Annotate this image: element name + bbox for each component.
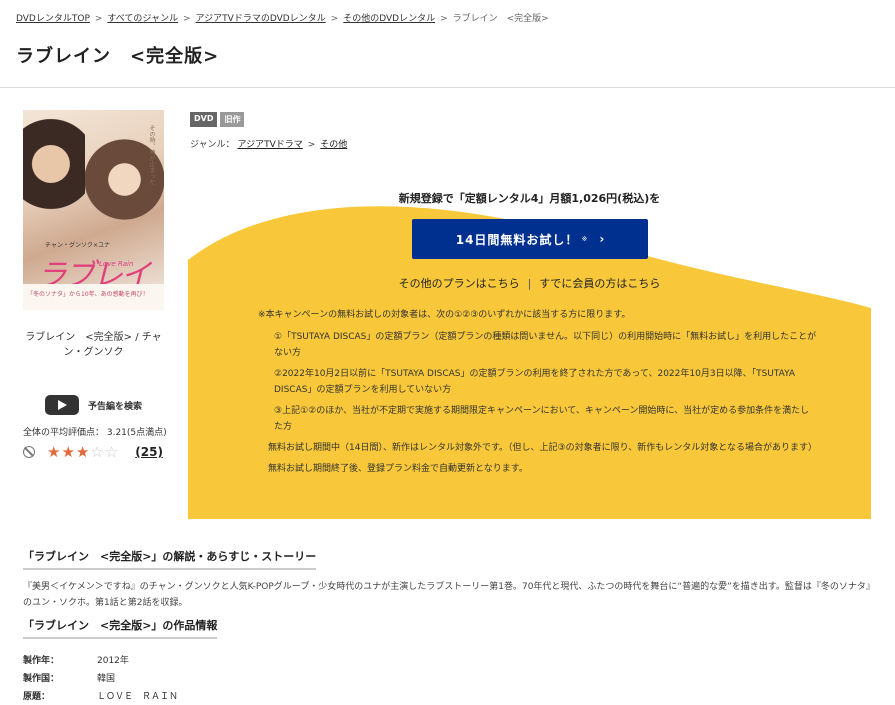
- free-trial-button[interactable]: 14日間無料お試し！ ※ ›: [412, 219, 648, 259]
- free-trial-note: ※: [581, 235, 588, 243]
- star-icon: ☆: [90, 443, 105, 461]
- genre-row: ジャンル： アジアTVドラマ > その他: [190, 137, 347, 150]
- breadcrumb-asia-tv-drama[interactable]: アジアTVドラマのDVDレンタル: [196, 14, 326, 24]
- notes-item-1: ①「TSUTAYA DISCAS」の定額プラン（定額プランの種類は問いません。以…: [274, 332, 817, 358]
- rating-label: 全体の平均評価点： 3.21(5点満点): [23, 428, 167, 438]
- cover-image[interactable]: その時、時が止まった チャン・グンソク×ユナ ラブレイン Love Rain 「…: [23, 110, 164, 310]
- info-value: 韓国: [97, 673, 116, 684]
- plan-links: その他のプランはこちら | すでに会員の方はこちら: [188, 275, 871, 291]
- info-value: 2012年: [97, 655, 129, 666]
- breadcrumb: DVDレンタルTOP > すべてのジャンル > アジアTVドラマのDVDレンタル > その他…: [16, 11, 549, 24]
- play-icon: [45, 395, 79, 415]
- info-key: 製作国：: [23, 673, 60, 684]
- breadcrumb-separator: >: [330, 14, 339, 24]
- star-icon: ★: [75, 443, 91, 461]
- info-key: 原題：: [23, 691, 51, 702]
- promo-headline: 新規登録で「定額レンタル4」月額1,026円(税込)を: [398, 192, 661, 205]
- info-value: ＬＯＶＥ ＲＡＩＮ: [97, 691, 179, 702]
- cover-logo-sub: Love Rain: [99, 260, 134, 268]
- breadcrumb-other[interactable]: その他のDVDレンタル: [343, 14, 435, 24]
- notes-intro: ※本キャンペーンの無料お試しの対象者は、次の①②③のいずれかに該当する方に限りま…: [258, 310, 631, 320]
- story-text: 『美男＜イケメン＞ですね』のチャン・グンソクと人気K-POPグループ・少女時代の…: [23, 582, 871, 608]
- page-title: ラブレイン <完全版>: [16, 46, 220, 67]
- title-divider: [0, 87, 895, 88]
- trailer-label: 予告編を検索: [88, 401, 143, 412]
- promo-panel: 新規登録で「定額レンタル4」月額1,026円(税込)を 14日間無料お試し！ ※…: [188, 180, 871, 519]
- notes-extra-2: 無料お試し期間終了後、登録プラン料金で自動更新となります。: [268, 464, 528, 474]
- format-badges: DVD 旧作: [190, 112, 247, 127]
- star-icon: ★: [61, 443, 76, 461]
- star-rating: ★★★☆☆: [47, 443, 119, 461]
- genre-link-asia-tv-drama[interactable]: アジアTVドラマ: [237, 140, 302, 150]
- breadcrumb-separator: >: [440, 14, 448, 24]
- notes-item-2: ②2022年10月2日以前に「TSUTAYA DISCAS」の定額プランの利用を…: [274, 369, 796, 395]
- info-row-year: 製作年： 2012年: [23, 650, 178, 668]
- review-count-link[interactable]: (25): [135, 445, 163, 459]
- campaign-notes: ※本キャンペーンの無料お試しの対象者は、次の①②③のいずれかに該当する方に限りま…: [258, 307, 818, 482]
- notes-extra-1: 無料お試し期間中（14日間）、新作はレンタル対象外です。（但し、上記③の対象者に…: [268, 443, 817, 453]
- other-plans-link[interactable]: その他のプランはこちら: [399, 277, 520, 290]
- info-key: 製作年：: [23, 655, 60, 666]
- rating-row: ★★★☆☆ (25): [23, 443, 163, 461]
- genre-link-other[interactable]: その他: [320, 140, 347, 150]
- breadcrumb-separator: >: [182, 14, 191, 24]
- cover-band-text: 「冬のソナタ」から10年、あの感動を再び！: [27, 291, 149, 298]
- breadcrumb-dvd-top[interactable]: DVDレンタルTOP: [16, 14, 90, 24]
- notes-item-3: ③上記①②のほか、当社が不定期で実施する期間限定キャンペーンにおいて、キャンペー…: [274, 406, 810, 432]
- breadcrumb-all-genres[interactable]: すべてのジャンル: [107, 14, 178, 24]
- info-heading: 「ラブレイン <完全版>」の作品情報: [23, 617, 218, 639]
- star-icon: ☆: [104, 443, 120, 461]
- info-row-original-title: 原題： ＬＯＶＥ ＲＡＩＮ: [23, 686, 178, 704]
- not-interested-icon[interactable]: [23, 446, 35, 458]
- trailer-search-button[interactable]: 予告編を検索: [45, 395, 142, 415]
- chevron-right-icon: ›: [599, 232, 605, 246]
- cover-cast: チャン・グンソク×ユナ: [45, 242, 110, 249]
- breadcrumb-separator: >: [94, 14, 103, 24]
- members-link[interactable]: すでに会員の方はこちら: [539, 277, 660, 290]
- genre-label: ジャンル：: [190, 140, 235, 150]
- cover-caption: ラブレイン <完全版> / チャン・グンソク: [25, 332, 162, 358]
- info-table: 製作年： 2012年 製作国： 韓国 原題： ＬＯＶＥ ＲＡＩＮ: [23, 650, 178, 704]
- star-icon: ★: [47, 443, 62, 461]
- info-row-country: 製作国： 韓国: [23, 668, 178, 686]
- badge-old-release: 旧作: [220, 112, 245, 127]
- genre-separator: >: [307, 140, 316, 150]
- cover-figure-left: [23, 110, 85, 230]
- story-heading: 「ラブレイン <完全版>」の解説・あらすじ・ストーリー: [23, 548, 317, 570]
- badge-dvd: DVD: [190, 112, 218, 127]
- cover-tagline: その時、時が止まった: [148, 125, 155, 185]
- plan-links-separator: |: [527, 277, 532, 290]
- free-trial-label: 14日間無料お試し！: [455, 232, 579, 247]
- breadcrumb-current: ラブレイン <完全版>: [452, 14, 549, 24]
